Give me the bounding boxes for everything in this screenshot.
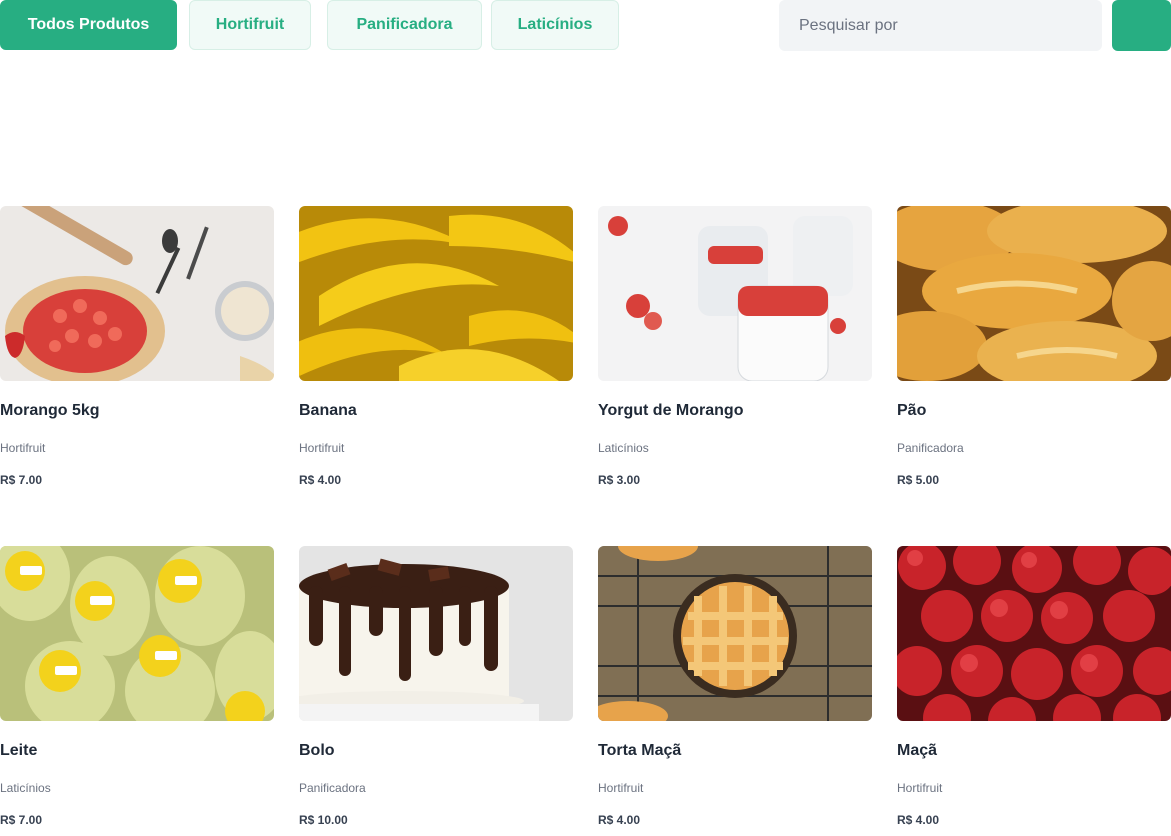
product-name: Banana xyxy=(299,402,357,419)
filter-hortifruit[interactable]: Hortifruit xyxy=(189,0,311,50)
product-category: Hortifruit xyxy=(897,781,943,795)
product-category: Laticínios xyxy=(598,441,649,455)
product-price: R$ 3.00 xyxy=(598,473,641,487)
product-price: R$ 7.00 xyxy=(0,473,43,487)
product-card[interactable]: Bolo Panificadora R$ 10.00 xyxy=(299,546,573,836)
product-category: Hortifruit xyxy=(598,781,644,795)
filter-todos-produtos[interactable]: Todos Produtos xyxy=(0,0,177,50)
product-category: Panificadora xyxy=(897,441,964,455)
filter-bar: Todos Produtos Hortifruit Panificadora L… xyxy=(0,0,1171,52)
product-image-strawberry-tart xyxy=(0,206,274,381)
product-price: R$ 4.00 xyxy=(598,813,641,827)
product-name: Leite xyxy=(0,742,38,759)
product-card[interactable]: Pão Panificadora R$ 5.00 xyxy=(897,206,1171,496)
product-name: Pão xyxy=(897,402,927,419)
product-image-red-apples xyxy=(897,546,1171,721)
product-category: Hortifruit xyxy=(0,441,46,455)
product-card[interactable]: Morango 5kg Hortifruit R$ 7.00 xyxy=(0,206,274,496)
product-price: R$ 7.00 xyxy=(0,813,43,827)
product-image-apple-pie xyxy=(598,546,872,721)
product-card[interactable]: Leite Laticínios R$ 7.00 xyxy=(0,546,274,836)
product-image-bread-rolls xyxy=(897,206,1171,381)
product-price: R$ 10.00 xyxy=(299,813,348,827)
product-image-strawberry-yogurt xyxy=(598,206,872,381)
product-image-milk-bottles xyxy=(0,546,274,721)
product-name: Yorgut de Morango xyxy=(598,402,744,419)
product-card[interactable]: Yorgut de Morango Laticínios R$ 3.00 xyxy=(598,206,872,496)
product-name: Maçã xyxy=(897,742,938,759)
product-name: Morango 5kg xyxy=(0,402,100,419)
product-price: R$ 5.00 xyxy=(897,473,940,487)
product-card[interactable]: Banana Hortifruit R$ 4.00 xyxy=(299,206,573,496)
product-category: Hortifruit xyxy=(299,441,345,455)
product-category: Laticínios xyxy=(0,781,51,795)
product-name: Torta Maçã xyxy=(598,742,682,759)
product-image-chocolate-cake xyxy=(299,546,573,721)
filter-panificadora[interactable]: Panificadora xyxy=(327,0,482,50)
product-card[interactable]: Torta Maçã Hortifruit R$ 4.00 xyxy=(598,546,872,836)
product-category: Panificadora xyxy=(299,781,366,795)
product-price: R$ 4.00 xyxy=(897,813,940,827)
search-button[interactable] xyxy=(1112,0,1171,51)
product-image-bananas xyxy=(299,206,573,381)
product-price: R$ 4.00 xyxy=(299,473,342,487)
product-card[interactable]: Maçã Hortifruit R$ 4.00 xyxy=(897,546,1171,836)
filter-laticinios[interactable]: Laticínios xyxy=(491,0,619,50)
product-name: Bolo xyxy=(299,742,335,759)
search-input[interactable] xyxy=(779,0,1102,51)
